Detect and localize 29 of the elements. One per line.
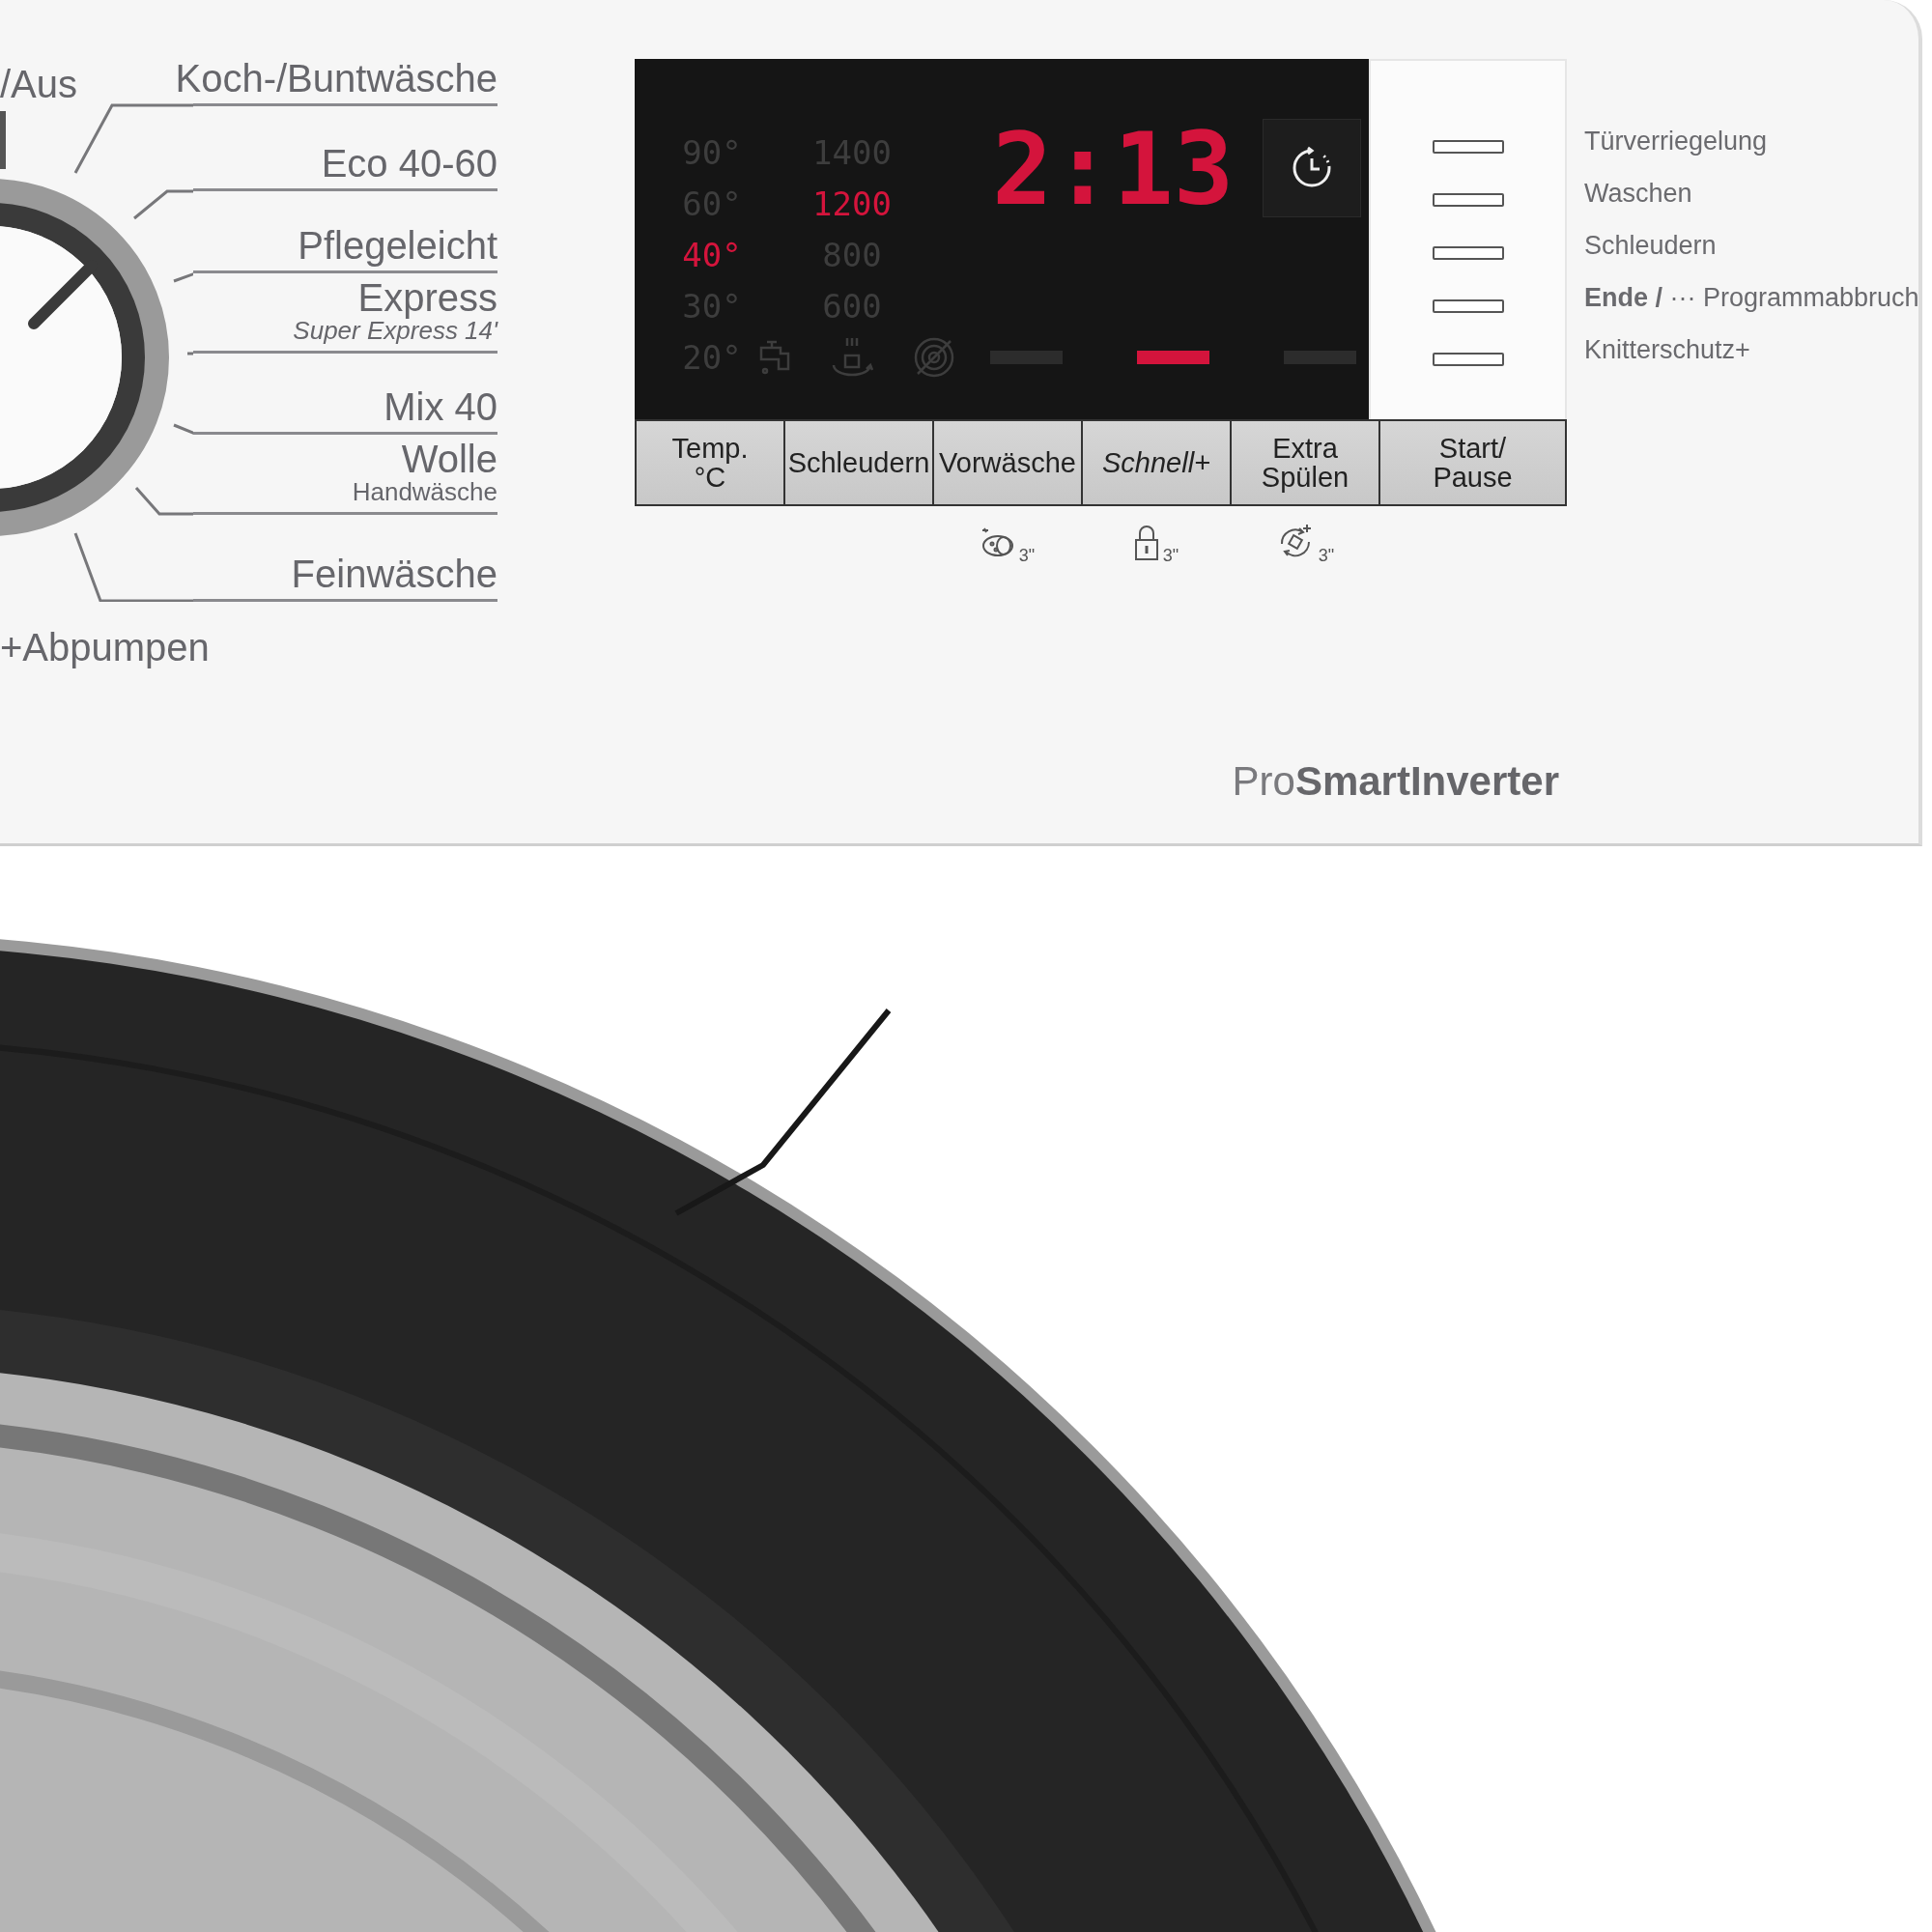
status-label: Knitterschutz+ (1584, 334, 1751, 365)
panel-button[interactable]: Schnell+ (1083, 421, 1230, 504)
program-name: Pflegeleicht (298, 226, 497, 265)
panel-button[interactable]: Start/ Pause (1380, 421, 1565, 504)
status-label: Türverriegelung (1584, 126, 1769, 156)
program-name: Wolle (401, 440, 497, 479)
program-name: Express (357, 278, 497, 318)
program-name: Feinwäsche (291, 554, 497, 593)
panel-button[interactable]: Extra Spülen (1232, 421, 1378, 504)
hold-duration: 3" (1018, 546, 1036, 566)
prewash-icon (830, 335, 874, 379)
panel-button[interactable]: Schleudern (785, 421, 932, 504)
program-name: Koch-/Buntwäsche (175, 59, 497, 98)
status-label: Schleudern (1584, 230, 1718, 261)
panel-button[interactable]: Temp. °C (637, 421, 783, 504)
hold-duration: 3" (1162, 546, 1179, 566)
timer-button[interactable] (1263, 119, 1362, 217)
temperature-reading: 40° (681, 234, 743, 276)
hold-duration: 3" (1318, 546, 1335, 566)
time-remaining: 2:13 (992, 119, 1235, 219)
program-label: +Abpumpen (0, 626, 211, 669)
status-label: Waschen (1584, 178, 1693, 209)
program-name: Mix 40 (384, 387, 497, 426)
program-name: Eco 40-60 (321, 144, 497, 183)
panel-button[interactable]: Vorwäsche (934, 421, 1081, 504)
status-label: Ende / ··· Programmabbruch (1584, 282, 1919, 313)
program-subtitle: Handwäsche (352, 478, 497, 506)
brand-label: ProSmartInverter (1232, 758, 1559, 805)
spin-speed-reading: 1200 (811, 183, 893, 225)
